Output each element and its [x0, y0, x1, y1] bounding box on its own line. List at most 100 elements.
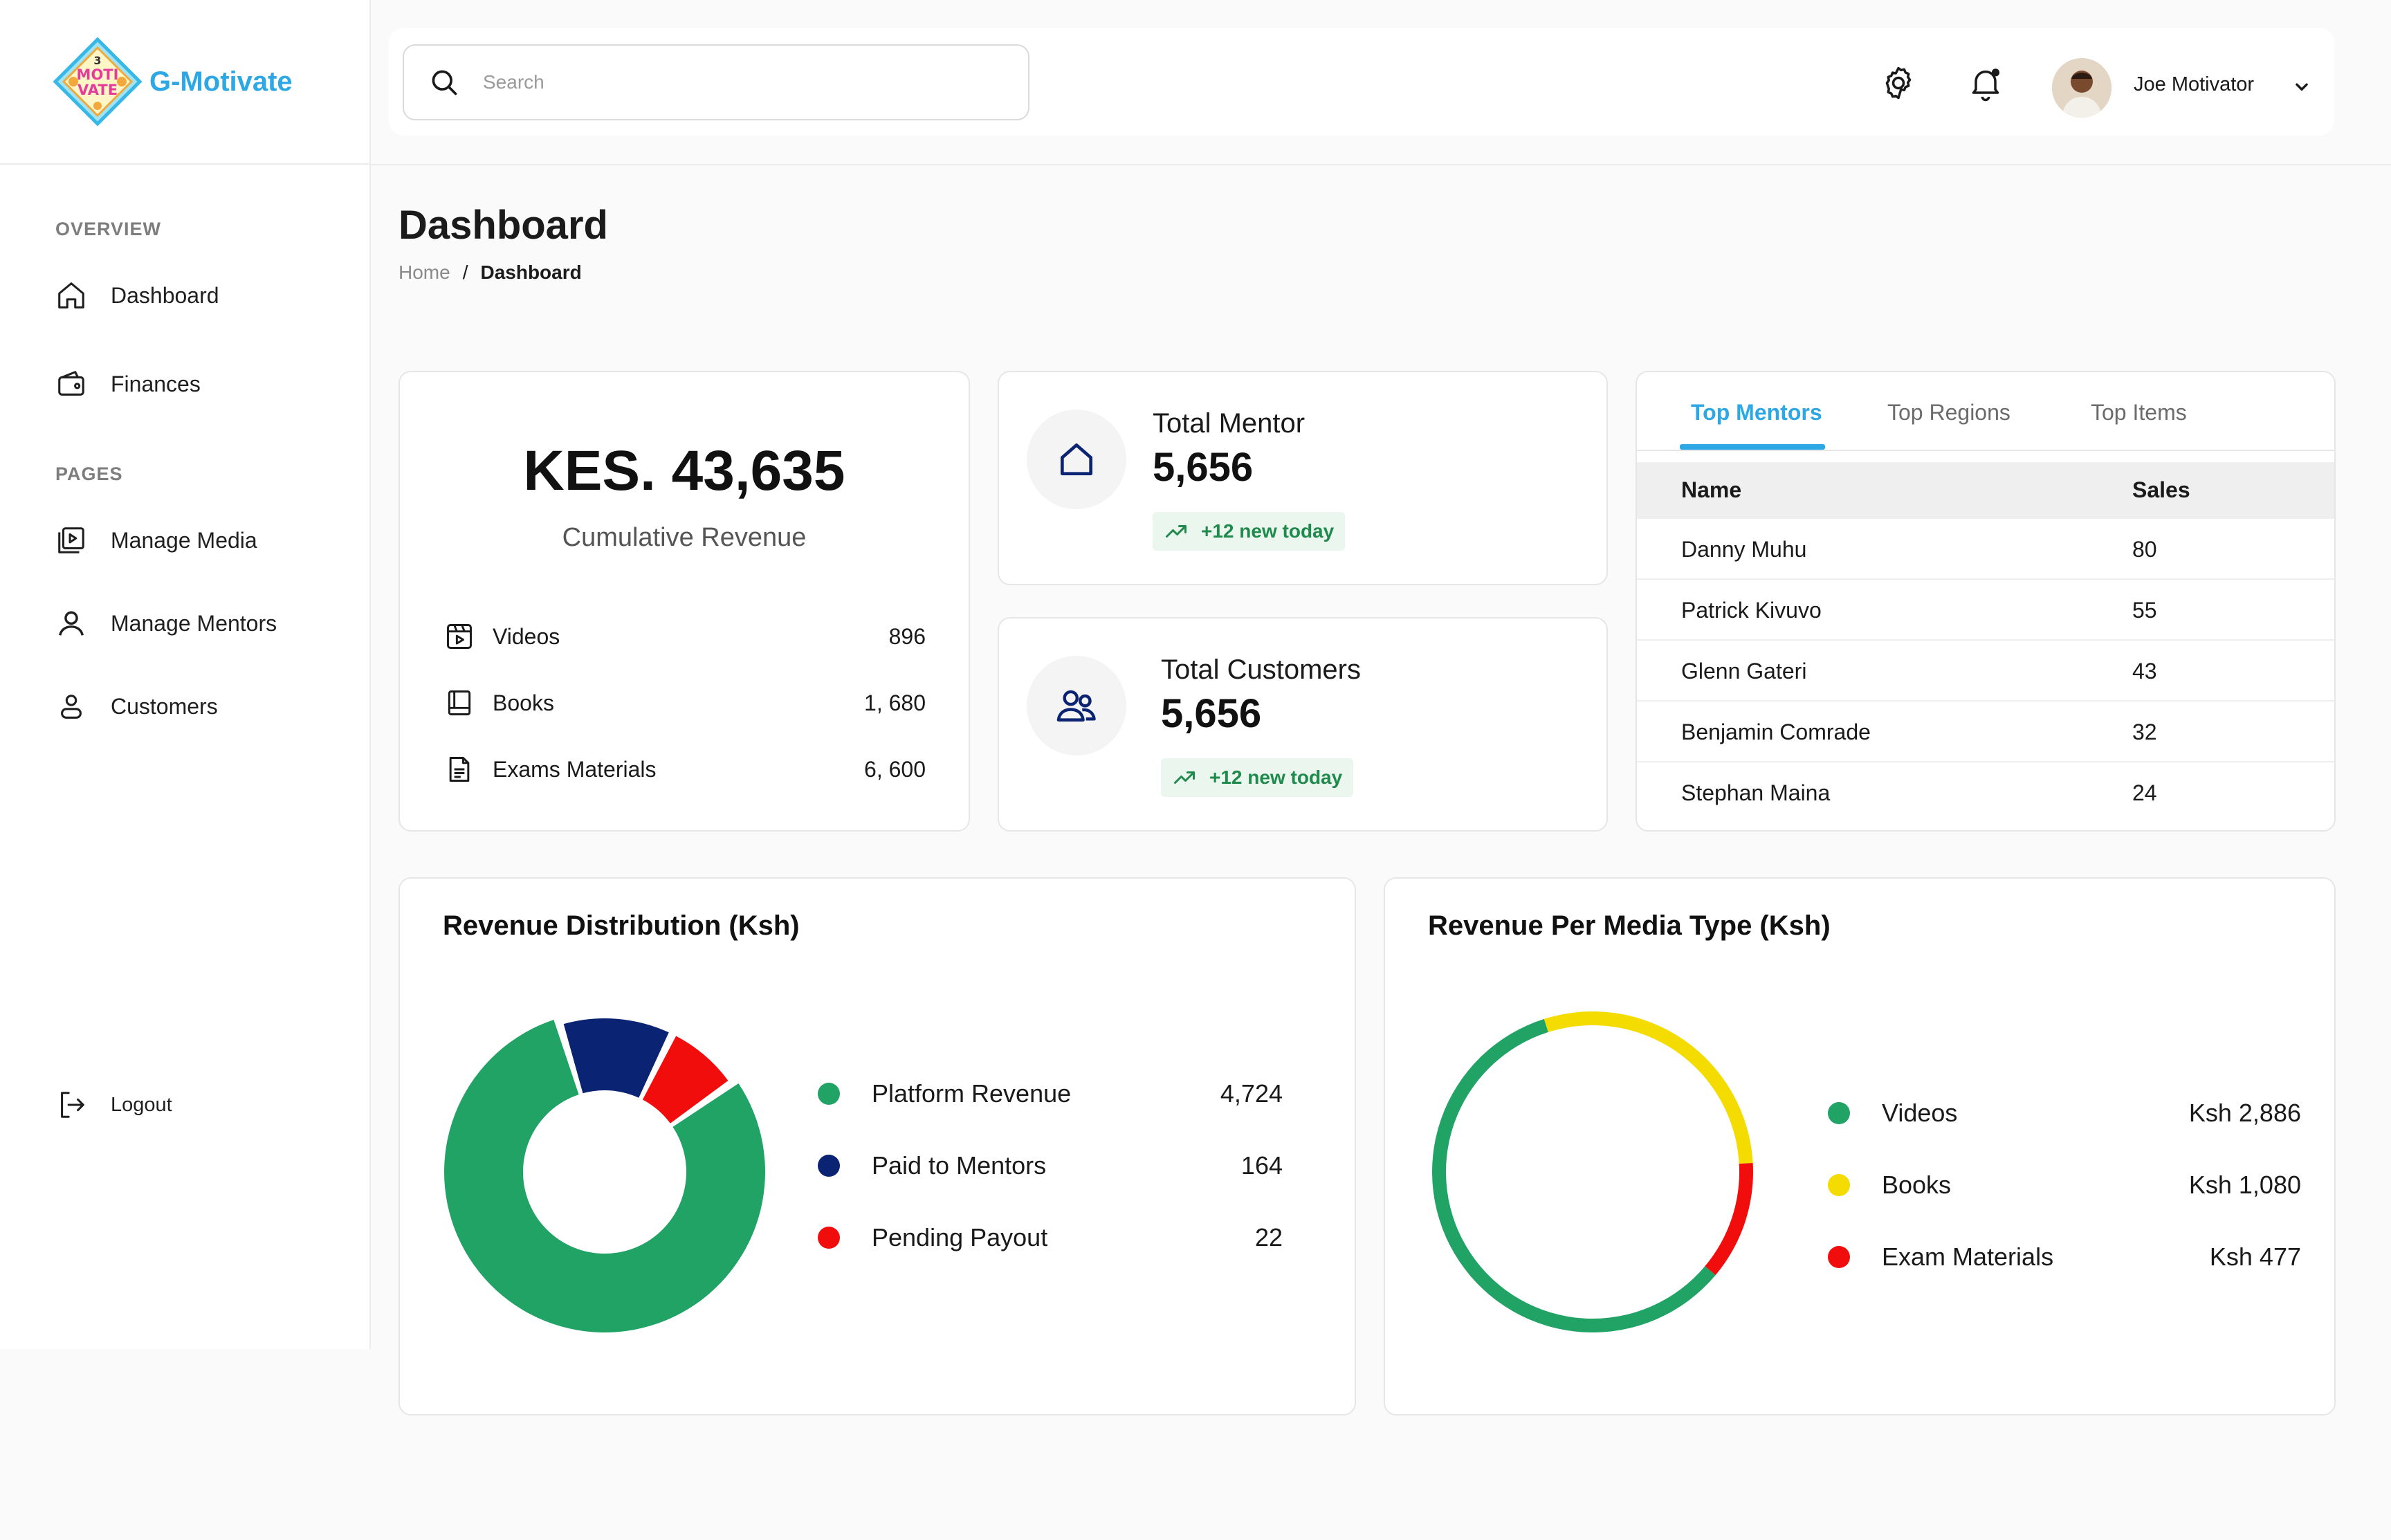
- search-box[interactable]: [403, 44, 1029, 120]
- mentor-name: Danny Muhu: [1681, 537, 1807, 562]
- wallet-icon: [58, 371, 84, 396]
- legend-label: Paid to Mentors: [872, 1151, 1047, 1180]
- logout-button[interactable]: Logout: [55, 1089, 172, 1121]
- sidebar-item-label: Dashboard: [111, 282, 219, 308]
- stat-badge: +12 new today: [1161, 758, 1354, 797]
- breadcrumb-home[interactable]: Home: [398, 262, 450, 284]
- stat-value: 5,656: [1153, 445, 1254, 490]
- top-header: Joe Motivator: [389, 28, 2334, 136]
- legend-dot: [1828, 1246, 1850, 1268]
- total-mentor-card: Total Mentor 5,656 +12 new today: [998, 371, 1608, 585]
- sidebar-item-label: Finances: [111, 371, 201, 396]
- bell-icon[interactable]: [1966, 64, 2005, 102]
- legend-label: Platform Revenue: [872, 1079, 1072, 1108]
- tab-top-items[interactable]: Top Items: [2091, 400, 2187, 425]
- revenue-row-value: 1, 680: [864, 690, 926, 715]
- legend-item: Exam Materials: [1828, 1243, 2053, 1272]
- logout-icon: [61, 1092, 84, 1118]
- stat-badge-text: +12 new today: [1209, 767, 1343, 788]
- sidebar-item-label: Manage Media: [111, 527, 257, 553]
- legend-dot: [818, 1227, 840, 1249]
- svg-text:MOTI: MOTI: [77, 66, 119, 83]
- revenue-label: Cumulative Revenue: [562, 523, 807, 552]
- home-icon: [1061, 443, 1092, 475]
- donut-slice-videos[interactable]: [1432, 1018, 1716, 1332]
- legend-item: Paid to Mentors: [818, 1151, 1046, 1180]
- table-row[interactable]: Glenn Gateri 43: [1637, 641, 2334, 702]
- revenue-row-label: Books: [493, 690, 554, 715]
- mentor-sales: 80: [2132, 537, 2157, 562]
- user-name[interactable]: Joe Motivator: [2134, 73, 2254, 96]
- table-header: Name Sales: [1637, 462, 2334, 519]
- revenue-row-books: Books 1, 680: [444, 688, 926, 718]
- stat-title: Total Mentor: [1153, 408, 1306, 439]
- table-row[interactable]: Benjamin Comrade 32: [1637, 702, 2334, 762]
- brand[interactable]: 3 MOTI VATE G-Motivate: [0, 0, 369, 165]
- trend-up-icon: [1166, 525, 1187, 538]
- donut-slice-books[interactable]: [1543, 1011, 1753, 1164]
- chart-title: Revenue Per Media Type (Ksh): [1428, 910, 1831, 941]
- search-input[interactable]: [483, 71, 967, 93]
- revenue-per-media-donut: [1432, 1011, 1753, 1332]
- top-lists-card: Top Mentors Top Regions Top Items Name S…: [1636, 371, 2336, 832]
- legend-item: Pending Payout: [818, 1223, 1047, 1252]
- document-icon: [449, 757, 470, 782]
- legend-item: Videos: [1828, 1099, 1957, 1128]
- stat-title: Total Customers: [1161, 654, 1361, 685]
- legend-label: Videos: [1882, 1099, 1958, 1127]
- avatar[interactable]: [2052, 58, 2111, 118]
- cumulative-revenue-card: KES. 43,635 Cumulative Revenue Videos 89…: [398, 371, 970, 832]
- mentor-name: Glenn Gateri: [1681, 659, 1807, 684]
- media-icon: [58, 527, 84, 553]
- sidebar-item-finances[interactable]: Finances: [55, 368, 201, 400]
- stat-value: 5,656: [1161, 691, 1262, 736]
- legend-label: Exam Materials: [1882, 1243, 2054, 1271]
- user-icon: [61, 695, 82, 719]
- legend-dot: [818, 1155, 840, 1177]
- legend-dot: [1828, 1102, 1850, 1124]
- total-customers-card: Total Customers 5,656 +12 new today: [998, 617, 1608, 832]
- table-row[interactable]: Patrick Kivuvo 55: [1637, 580, 2334, 641]
- stat-badge-text: +12 new today: [1201, 520, 1335, 542]
- sidebar-item-label: Manage Mentors: [111, 610, 277, 636]
- legend-value: Ksh 477: [2209, 1243, 2301, 1271]
- legend-value: 4,724: [1220, 1079, 1283, 1108]
- sidebar-item-manage-mentors[interactable]: Manage Mentors: [55, 607, 277, 639]
- table-row[interactable]: Danny Muhu 80: [1637, 519, 2334, 580]
- legend-value: Ksh 2,886: [2188, 1099, 2301, 1127]
- sidebar-item-dashboard[interactable]: Dashboard: [55, 279, 219, 311]
- mentor-sales: 43: [2132, 659, 2157, 684]
- sidebar-item-manage-media[interactable]: Manage Media: [55, 524, 257, 556]
- home-icon: [58, 282, 84, 309]
- revenue-row-videos: Videos 896: [444, 621, 926, 652]
- legend-label: Pending Payout: [872, 1223, 1048, 1252]
- tab-top-regions[interactable]: Top Regions: [1887, 400, 2010, 425]
- nav-section-overview: OVERVIEW: [55, 219, 162, 239]
- header-divider: [371, 164, 2391, 165]
- mentor-sales: 32: [2132, 719, 2157, 744]
- breadcrumb: Home / Dashboard: [398, 262, 582, 284]
- column-header-sales: Sales: [2132, 477, 2190, 502]
- book-icon: [448, 690, 471, 715]
- legend-item: Platform Revenue: [818, 1079, 1071, 1108]
- sidebar: 3 MOTI VATE G-Motivate OVERVIEW Dashboar…: [0, 0, 371, 1349]
- chevron-down-icon[interactable]: [2290, 75, 2314, 98]
- nav-section-pages: PAGES: [55, 464, 123, 484]
- sidebar-item-label: Customers: [111, 693, 218, 719]
- gear-icon[interactable]: [1879, 64, 1918, 102]
- legend-value: 164: [1240, 1151, 1283, 1180]
- breadcrumb-separator: /: [462, 262, 468, 283]
- revenue-row-exams: Exams Materials 6, 600: [444, 754, 926, 785]
- mentor-icon: [59, 611, 84, 636]
- svg-text:VATE: VATE: [77, 82, 118, 98]
- tab-bar: Top Mentors Top Regions Top Items: [1637, 372, 2334, 451]
- revenue-per-media-card: Revenue Per Media Type (Ksh) Videos Ksh …: [1384, 877, 2336, 1415]
- tab-top-mentors[interactable]: Top Mentors: [1691, 400, 1822, 425]
- stat-icon-wrap: [1027, 656, 1126, 755]
- mentor-sales: 55: [2132, 598, 2157, 623]
- users-icon: [1056, 690, 1096, 722]
- donut-slice-exam-materials[interactable]: [1705, 1163, 1753, 1276]
- sidebar-item-customers[interactable]: Customers: [55, 690, 218, 722]
- table-row[interactable]: Stephan Maina 24: [1637, 762, 2334, 823]
- brand-logo: 3 MOTI VATE: [53, 37, 143, 127]
